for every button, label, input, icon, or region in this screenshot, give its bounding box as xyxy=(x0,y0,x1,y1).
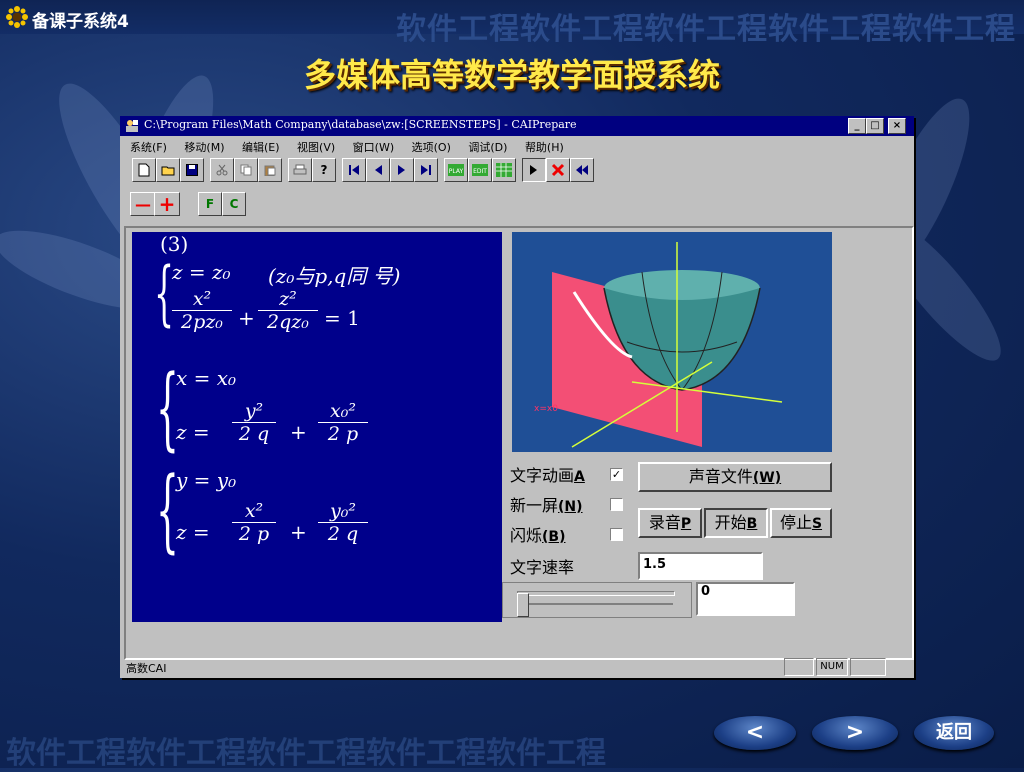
cut-icon[interactable] xyxy=(210,158,234,182)
slide-title: 多媒体高等数学教学面授系统 xyxy=(303,56,720,94)
app-title: 备课子系统4 xyxy=(32,12,129,32)
menu-bar: 系统(F) 移动(M) 编辑(E) 视图(V) 窗口(W) 选项(O) 调试(D… xyxy=(120,136,924,157)
slider-thumb[interactable] xyxy=(517,593,529,617)
blink-checkbox[interactable] xyxy=(610,528,623,541)
paraboloid-figure xyxy=(552,242,783,448)
formula-block2-line1: x = x₀ xyxy=(176,366,237,390)
menu-view[interactable]: 视图(V) xyxy=(297,141,335,154)
sound-file-button[interactable]: 声音文件(W) xyxy=(638,462,832,492)
menu-help[interactable]: 帮助(H) xyxy=(525,141,564,154)
menu-window[interactable]: 窗口(W) xyxy=(353,141,394,154)
minimize-button[interactable]: _ xyxy=(848,118,866,134)
app-icon xyxy=(126,120,138,132)
slider-value-field[interactable]: 0 xyxy=(696,582,795,616)
paste-icon[interactable] xyxy=(258,158,282,182)
c-button[interactable]: C xyxy=(222,192,246,216)
speed-input[interactable]: 1.5 xyxy=(638,552,763,580)
back-button[interactable]: 返回 xyxy=(914,716,994,750)
formula-line-1: z = z₀ xyxy=(172,260,231,284)
prev-slide-button[interactable]: < xyxy=(714,716,796,750)
next-icon[interactable] xyxy=(390,158,414,182)
print-icon[interactable] xyxy=(288,158,312,182)
paraboloid-graph: x=x0 xyxy=(512,232,832,452)
close-button[interactable]: × xyxy=(888,118,906,134)
rewind-icon[interactable] xyxy=(570,158,594,182)
status-bar: 高数CAI NUM xyxy=(120,656,914,676)
window-title: C:\Program Files\Math Company\database\z… xyxy=(144,118,577,131)
grid-icon[interactable] xyxy=(492,158,516,182)
watermark-bottom: 软件工程软件工程软件工程软件工程软件工程 xyxy=(6,736,606,771)
menu-move[interactable]: 移动(M) xyxy=(184,141,224,154)
speed-label: 文字速率 xyxy=(510,558,575,577)
menu-edit[interactable]: 编辑(E) xyxy=(242,141,280,154)
help-icon[interactable]: ? xyxy=(312,158,336,182)
record-button[interactable]: 录音P xyxy=(638,508,702,538)
first-icon[interactable] xyxy=(342,158,366,182)
watermark-top: 软件工程软件工程软件工程软件工程软件工程 xyxy=(396,12,1016,47)
formula-condition: (z₀与p,q同 号) xyxy=(268,264,401,288)
open-folder-icon[interactable] xyxy=(156,158,180,182)
next-slide-button[interactable]: > xyxy=(812,716,898,750)
copy-icon[interactable] xyxy=(234,158,258,182)
formula-block3-line1: y = y₀ xyxy=(176,468,237,492)
play-icon[interactable]: PLAY xyxy=(444,158,468,182)
text-anim-checkbox[interactable]: ✓ xyxy=(610,468,623,481)
menu-system[interactable]: 系统(F) xyxy=(130,141,167,154)
menu-options[interactable]: 选项(O) xyxy=(412,141,451,154)
speed-slider[interactable] xyxy=(502,582,692,618)
cai-window: C:\Program Files\Math Company\database\z… xyxy=(120,116,914,678)
formula-eq1: = 1 xyxy=(324,306,360,330)
new-screen-label: 新一屏(N) xyxy=(510,496,583,515)
svg-text:PLAY: PLAY xyxy=(449,168,464,175)
prev-icon[interactable] xyxy=(366,158,390,182)
edit-icon[interactable]: EDIT xyxy=(468,158,492,182)
new-file-icon[interactable] xyxy=(132,158,156,182)
sunflower-icon xyxy=(6,6,28,28)
menu-debug[interactable]: 调试(D) xyxy=(468,141,507,154)
maximize-button[interactable]: □ xyxy=(866,118,884,134)
last-icon[interactable] xyxy=(414,158,438,182)
new-screen-checkbox[interactable] xyxy=(610,498,623,511)
formula-panel: (3) { z = z₀ (z₀与p,q同 号) x² 2pz₀ + z² 2qz₀… xyxy=(132,232,502,622)
num-indicator: NUM xyxy=(816,658,848,676)
f-button[interactable]: F xyxy=(198,192,222,216)
plus-button[interactable]: + xyxy=(154,192,180,216)
minus-button[interactable]: — xyxy=(130,192,156,216)
client-area: (3) { z = z₀ (z₀与p,q同 号) x² 2pz₀ + z² 2qz₀… xyxy=(124,226,914,660)
start-button[interactable]: 开始B xyxy=(704,508,768,538)
stop-button[interactable]: 停止S xyxy=(770,508,832,538)
text-anim-label: 文字动画A xyxy=(510,466,585,485)
title-bar: C:\Program Files\Math Company\database\z… xyxy=(120,116,914,136)
blink-label: 闪烁(B) xyxy=(510,526,566,545)
stop-icon[interactable] xyxy=(546,158,570,182)
plane-label: x=x0 xyxy=(534,404,558,414)
status-text: 高数CAI xyxy=(126,662,167,675)
run-icon[interactable] xyxy=(522,158,546,182)
svg-text:EDIT: EDIT xyxy=(473,168,487,175)
save-icon[interactable] xyxy=(180,158,204,182)
